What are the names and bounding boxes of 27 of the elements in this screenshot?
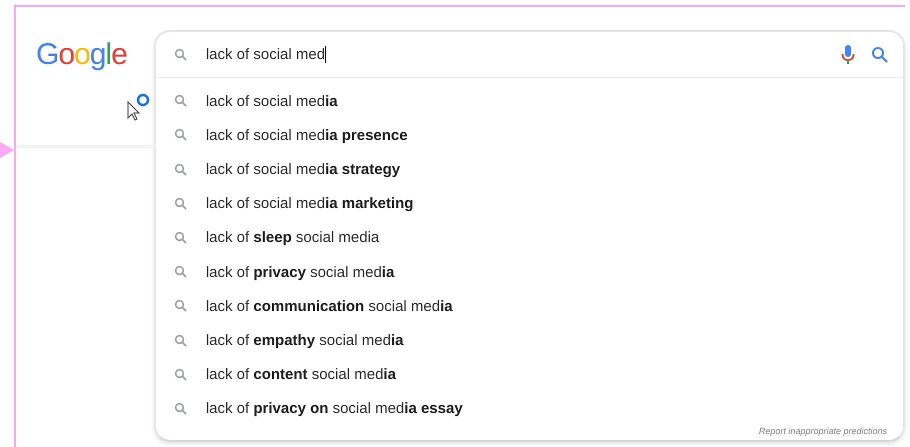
suggestion-item[interactable]: lack of privacy social media bbox=[206, 264, 394, 281]
search-icon bbox=[174, 402, 188, 416]
search-icon bbox=[174, 48, 188, 62]
suggestion-item[interactable]: lack of social media presence bbox=[206, 126, 408, 144]
search-icon bbox=[174, 94, 188, 108]
microphone-icon[interactable] bbox=[841, 44, 855, 66]
suggestion-item[interactable]: lack of social media marketing bbox=[206, 195, 414, 212]
search-icon bbox=[174, 334, 188, 348]
suggestion-item[interactable]: lack of social media bbox=[206, 92, 338, 110]
suggestion-item[interactable]: lack of empathy social media bbox=[206, 332, 404, 350]
search-icon bbox=[174, 196, 188, 211]
search-icon bbox=[174, 265, 188, 280]
suggestion-item[interactable]: lack of sleep social media bbox=[206, 229, 380, 246]
suggestion-item[interactable]: lack of content social media bbox=[206, 366, 396, 384]
suggestion-item[interactable]: lack of communication social media bbox=[206, 298, 453, 315]
suggestion-item[interactable]: lack of privacy on social media essay bbox=[206, 400, 463, 418]
search-icon bbox=[174, 162, 188, 177]
busy-cursor-icon bbox=[126, 92, 152, 122]
search-icon bbox=[174, 128, 188, 142]
search-icon[interactable] bbox=[871, 46, 889, 64]
search-field[interactable]: lack of social med bbox=[206, 46, 841, 64]
google-logo[interactable]: Google bbox=[36, 30, 140, 72]
search-icon bbox=[174, 368, 188, 382]
search-icon bbox=[174, 230, 188, 245]
search-icon bbox=[174, 299, 188, 314]
report-link[interactable]: Report inappropriate predictions bbox=[758, 426, 887, 436]
suggestion-item[interactable]: lack of social media strategy bbox=[206, 161, 400, 178]
